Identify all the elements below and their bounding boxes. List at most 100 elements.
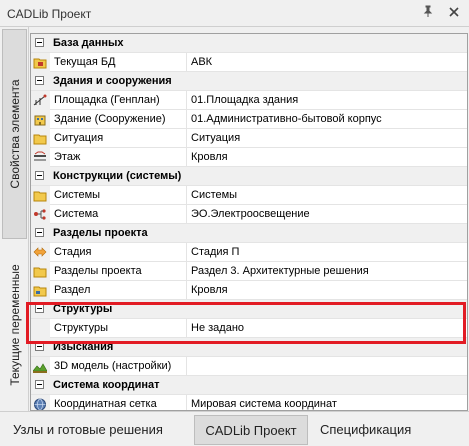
stage-arrows-icon [33, 246, 47, 259]
category-label: Здания и сооружения [53, 75, 172, 87]
tab-current-variables-label: Текущие переменные [7, 264, 22, 386]
folder-icon [33, 265, 47, 278]
row-gutter [31, 91, 50, 110]
section-folder-icon [33, 284, 47, 297]
tab-nodes-solutions[interactable]: Узлы и готовые решения [9, 415, 167, 445]
property-value[interactable]: Кровля [188, 281, 467, 300]
tab-element-properties[interactable]: Свойства элемента [2, 29, 27, 239]
property-value[interactable]: Стадия П [188, 243, 467, 262]
property-value[interactable]: Мировая система координат [188, 395, 467, 410]
tab-nodes-solutions-label: Узлы и готовые решения [13, 422, 163, 437]
category-label: Изыскания [53, 341, 114, 353]
category-row[interactable]: Изыскания [31, 338, 467, 357]
folder-icon [33, 132, 47, 145]
row-gutter [31, 319, 50, 338]
system-network-icon [33, 208, 47, 221]
property-row[interactable]: Стадия Стадия П [31, 243, 467, 262]
property-row[interactable]: Площадка (Генплан) 01.Площадка здания [31, 91, 467, 110]
category-row[interactable]: Структуры [31, 300, 467, 319]
property-value[interactable]: Ситуация [188, 129, 467, 148]
category-row[interactable]: База данных [31, 34, 467, 53]
globe-icon [33, 398, 47, 410]
property-value[interactable]: 01.Административно-бытовой корпус [188, 110, 467, 129]
category-label: База данных [53, 37, 124, 49]
property-value[interactable]: Кровля [188, 148, 467, 167]
property-name: Здание (Сооружение) [52, 110, 187, 129]
row-gutter [31, 186, 50, 205]
pin-icon[interactable] [420, 5, 435, 21]
property-row[interactable]: Разделы проекта Раздел 3. Архитектурные р… [31, 262, 467, 281]
panel-title: CADLib Проект [7, 7, 92, 21]
row-gutter [31, 262, 50, 281]
tab-element-properties-label: Свойства элемента [7, 79, 22, 189]
collapse-icon[interactable] [35, 38, 44, 47]
property-name: 3D модель (настройки) [52, 357, 187, 376]
collapse-icon[interactable] [35, 171, 44, 180]
property-value[interactable]: Не задано [188, 319, 467, 338]
database-folder-icon [33, 56, 47, 69]
category-label: Разделы проекта [53, 227, 148, 239]
property-name: Разделы проекта [52, 262, 187, 281]
collapse-icon[interactable] [35, 304, 44, 313]
category-label: Конструкции (системы) [53, 170, 182, 182]
panel-titlebar: CADLib Проект [0, 0, 469, 27]
property-value[interactable]: АВК [188, 53, 467, 72]
property-value[interactable]: Системы [188, 186, 467, 205]
property-value[interactable]: 01.Площадка здания [188, 91, 467, 110]
floor-icon [33, 151, 47, 164]
property-name: Система [52, 205, 187, 224]
building-icon [33, 113, 47, 126]
property-name: Текущая БД [52, 53, 187, 72]
property-name: Раздел [52, 281, 187, 300]
property-value[interactable] [188, 357, 467, 376]
site-plan-icon [33, 94, 47, 107]
side-tab-strip: Свойства элемента Текущие переменные [0, 27, 29, 411]
tab-cadlib-project-label: CADLib Проект [205, 423, 297, 438]
tab-specification[interactable]: Спецификация [316, 415, 415, 445]
property-name: Этаж [52, 148, 187, 167]
property-name: Стадия [52, 243, 187, 262]
property-row[interactable]: Текущая БД АВК [31, 53, 467, 72]
tab-cadlib-project[interactable]: CADLib Проект [194, 415, 308, 445]
category-label: Структуры [53, 303, 113, 315]
category-label: Система координат [53, 379, 160, 391]
category-row[interactable]: Конструкции (системы) [31, 167, 467, 186]
row-gutter [31, 148, 50, 167]
category-row[interactable]: Разделы проекта [31, 224, 467, 243]
property-row[interactable]: Системы Системы [31, 186, 467, 205]
property-row[interactable]: Этаж Кровля [31, 148, 467, 167]
property-name: Ситуация [52, 129, 187, 148]
tab-current-variables[interactable]: Текущие переменные [2, 241, 27, 409]
property-name: Системы [52, 186, 187, 205]
collapse-icon[interactable] [35, 76, 44, 85]
row-gutter [31, 53, 50, 72]
property-row[interactable]: Система ЭО.Электроосвещение [31, 205, 467, 224]
property-value[interactable]: ЭО.Электроосвещение [188, 205, 467, 224]
collapse-icon[interactable] [35, 228, 44, 237]
row-gutter [31, 129, 50, 148]
property-row[interactable]: Здание (Сооружение) 01.Административно-бы… [31, 110, 467, 129]
row-gutter [31, 357, 50, 376]
terrain-model-icon [32, 360, 48, 373]
property-name: Структуры [52, 319, 187, 338]
property-row[interactable]: Раздел Кровля [31, 281, 467, 300]
category-row[interactable]: Система координат [31, 376, 467, 395]
property-row[interactable]: Ситуация Ситуация [31, 129, 467, 148]
property-grid: База данных Текущая БД АВК Здания и сооруже… [30, 33, 468, 411]
category-row[interactable]: Здания и сооружения [31, 72, 467, 91]
property-name: Координатная сетка [52, 395, 187, 410]
bottom-tab-strip: Узлы и готовые решения CADLib Проект Спе… [0, 411, 469, 446]
close-icon[interactable] [446, 5, 461, 21]
property-value[interactable]: Раздел 3. Архитектурные решения [188, 262, 467, 281]
row-gutter [31, 205, 50, 224]
folder-icon [33, 189, 47, 202]
property-row[interactable]: 3D модель (настройки) [31, 357, 467, 376]
row-gutter [31, 243, 50, 262]
property-row[interactable]: Структуры Не задано [31, 319, 467, 338]
property-row[interactable]: Координатная сетка Мировая система коорди… [31, 395, 467, 410]
collapse-icon[interactable] [35, 380, 44, 389]
collapse-icon[interactable] [35, 342, 44, 351]
tab-specification-label: Спецификация [320, 422, 412, 437]
property-name: Площадка (Генплан) [52, 91, 187, 110]
row-gutter [31, 281, 50, 300]
